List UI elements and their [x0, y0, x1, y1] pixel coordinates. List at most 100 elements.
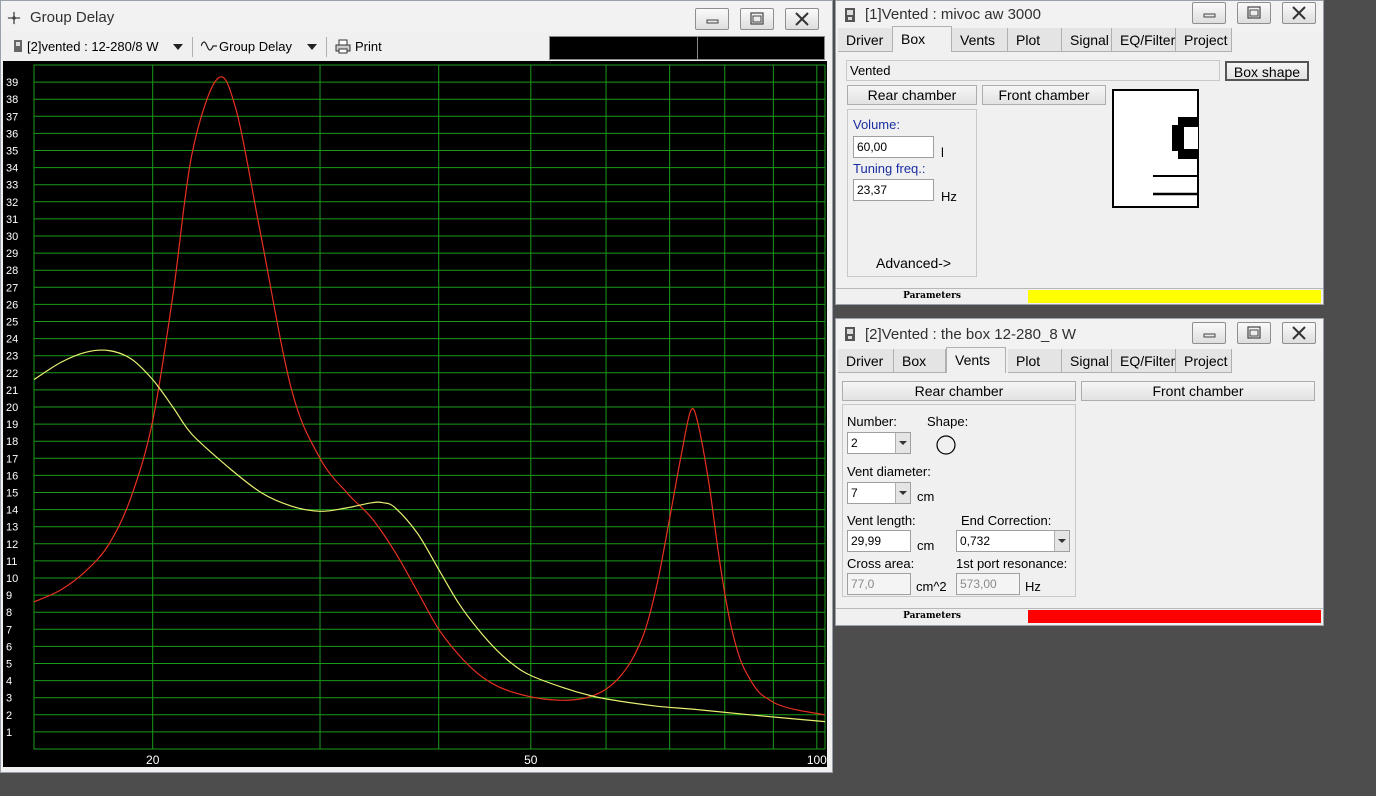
y-tick-label: 2	[6, 710, 12, 722]
group-delay-plot[interactable]: 1 2 3 4 5 6 7 8 9 10 11 12 13 14 15 16 17 18 19 20 21 22 23 24 2…	[3, 61, 827, 767]
vent-length-label: Vent length:	[847, 513, 916, 528]
rear-chamber-panel: Volume: 60,00 l Tuning freq.: 23,37 Hz A…	[847, 109, 977, 277]
chevron-down-icon	[1054, 531, 1069, 551]
y-tick-label: 20	[6, 402, 18, 414]
close-button[interactable]	[785, 8, 819, 30]
maximize-icon	[750, 12, 764, 25]
rear-chamber-button[interactable]: Rear chamber	[847, 85, 977, 105]
y-tick-label: 25	[6, 317, 18, 329]
minimize-button[interactable]	[695, 8, 729, 30]
tab-driver[interactable]: Driver	[838, 28, 894, 52]
vent-length-input[interactable]: 29,99	[847, 530, 911, 552]
vent-diameter-value: 7	[851, 486, 858, 500]
port-resonance-label: 1st port resonance:	[956, 556, 1068, 571]
shape-label: Shape:	[927, 414, 969, 429]
box-shape-button[interactable]: Box shape	[1225, 61, 1309, 81]
print-button[interactable]: Print	[333, 35, 393, 59]
toolbar-separator	[326, 37, 327, 57]
window-title: Group Delay	[30, 9, 115, 26]
volume-input[interactable]: 60,00	[853, 136, 934, 158]
close-icon	[1292, 6, 1306, 20]
minimize-button[interactable]	[1192, 2, 1226, 24]
y-tick-label: 32	[6, 197, 18, 209]
waveform-icon	[201, 41, 217, 51]
close-button[interactable]	[1282, 2, 1316, 24]
y-tick-label: 8	[6, 607, 12, 619]
y-tick-label: 36	[6, 128, 18, 140]
y-tick-label: 5	[6, 659, 12, 671]
project-select-value: [2]vented : 12-280/8 W	[27, 39, 159, 54]
circle-shape-icon[interactable]	[935, 434, 957, 456]
minimize-icon	[706, 19, 719, 24]
vent-diameter-select[interactable]: 7	[847, 482, 911, 504]
vent-diameter-unit: cm	[917, 489, 935, 504]
speaker-icon	[845, 8, 855, 22]
tuning-input[interactable]: 23,37	[853, 179, 934, 201]
box-window-2: [2]Vented : the box 12-280_8 W Driver Bo…	[835, 318, 1324, 626]
volume-label: Volume:	[853, 117, 900, 132]
status-indicator	[1028, 290, 1321, 303]
tab-plot[interactable]: Plot	[1008, 28, 1062, 52]
end-correction-select[interactable]: 0,732	[956, 530, 1070, 552]
maximize-button[interactable]	[1237, 2, 1271, 24]
plot-type-select[interactable]: Group Delay	[199, 35, 321, 59]
tab-eq-filter[interactable]: EQ/Filter	[1112, 28, 1176, 52]
tab-box[interactable]: Box	[892, 26, 952, 52]
group-delay-chart: 1234567891011121314151617181920212223242…	[6, 64, 827, 767]
maximize-button[interactable]	[740, 8, 774, 30]
project-select[interactable]: [2]vented : 12-280/8 W	[9, 35, 189, 59]
chevron-down-icon	[895, 433, 910, 453]
group-delay-window: Group Delay [2]vented : 12-280/8 W Group…	[0, 0, 833, 773]
x-tick-label: 50	[524, 753, 538, 767]
end-correction-label: End Correction:	[961, 513, 1052, 528]
front-chamber-button[interactable]: Front chamber	[982, 85, 1106, 105]
y-tick-label: 9	[6, 590, 12, 602]
y-tick-label: 33	[6, 180, 18, 192]
status-bar: Parameters	[836, 608, 1323, 624]
x-tick-label: 20	[146, 753, 160, 767]
y-tick-label: 23	[6, 351, 18, 363]
minimize-icon	[1203, 13, 1216, 18]
tuning-label: Tuning freq.:	[853, 161, 926, 176]
tab-signal[interactable]: Signal	[1062, 28, 1112, 52]
maximize-icon	[1247, 326, 1261, 339]
y-tick-label: 21	[6, 385, 18, 397]
y-tick-label: 1	[6, 727, 12, 739]
y-tick-label: 12	[6, 539, 18, 551]
tab-project[interactable]: Project	[1176, 349, 1232, 373]
tab-eq-filter[interactable]: EQ/Filter	[1112, 349, 1176, 373]
y-tick-label: 34	[6, 163, 18, 175]
maximize-button[interactable]	[1237, 322, 1271, 344]
y-tick-label: 3	[6, 693, 12, 705]
tab-driver[interactable]: Driver	[838, 349, 894, 373]
cross-area-unit: cm^2	[916, 579, 947, 594]
status-indicator	[1028, 610, 1321, 623]
front-chamber-button[interactable]: Front chamber	[1081, 381, 1315, 401]
tab-signal[interactable]: Signal	[1062, 349, 1112, 373]
y-tick-label: 31	[6, 214, 18, 226]
cross-area-input: 77,0	[847, 573, 911, 595]
window-title: [2]Vented : the box 12-280_8 W	[865, 326, 1076, 343]
tab-plot[interactable]: Plot	[1008, 349, 1062, 373]
tab-vents[interactable]: Vents	[946, 347, 1006, 373]
rear-chamber-button[interactable]: Rear chamber	[842, 381, 1076, 401]
tab-project[interactable]: Project	[1176, 28, 1232, 52]
y-tick-label: 15	[6, 488, 18, 500]
minimize-button[interactable]	[1192, 322, 1226, 344]
box-type-field[interactable]: Vented	[846, 60, 1220, 81]
x-tick-label: 100	[807, 753, 827, 767]
window2-tabs: Driver Box Vents Plot Signal EQ/Filter P…	[838, 347, 1321, 373]
number-select[interactable]: 2	[847, 432, 911, 454]
vent-length-unit: cm	[917, 538, 935, 553]
y-tick-label: 26	[6, 299, 18, 311]
window1-tabs: Driver Box Vents Plot Signal EQ/Filter P…	[838, 26, 1321, 52]
tab-box[interactable]: Box	[894, 349, 946, 373]
advanced-button[interactable]: Advanced->	[876, 255, 951, 271]
tab-vents[interactable]: Vents	[952, 28, 1008, 52]
y-tick-label: 18	[6, 436, 18, 448]
title-bar[interactable]: [2]Vented : the box 12-280_8 W	[836, 319, 1323, 349]
y-tick-label: 16	[6, 470, 18, 482]
close-button[interactable]	[1282, 322, 1316, 344]
title-bar[interactable]: Group Delay	[1, 1, 832, 31]
y-tick-label: 6	[6, 641, 12, 653]
